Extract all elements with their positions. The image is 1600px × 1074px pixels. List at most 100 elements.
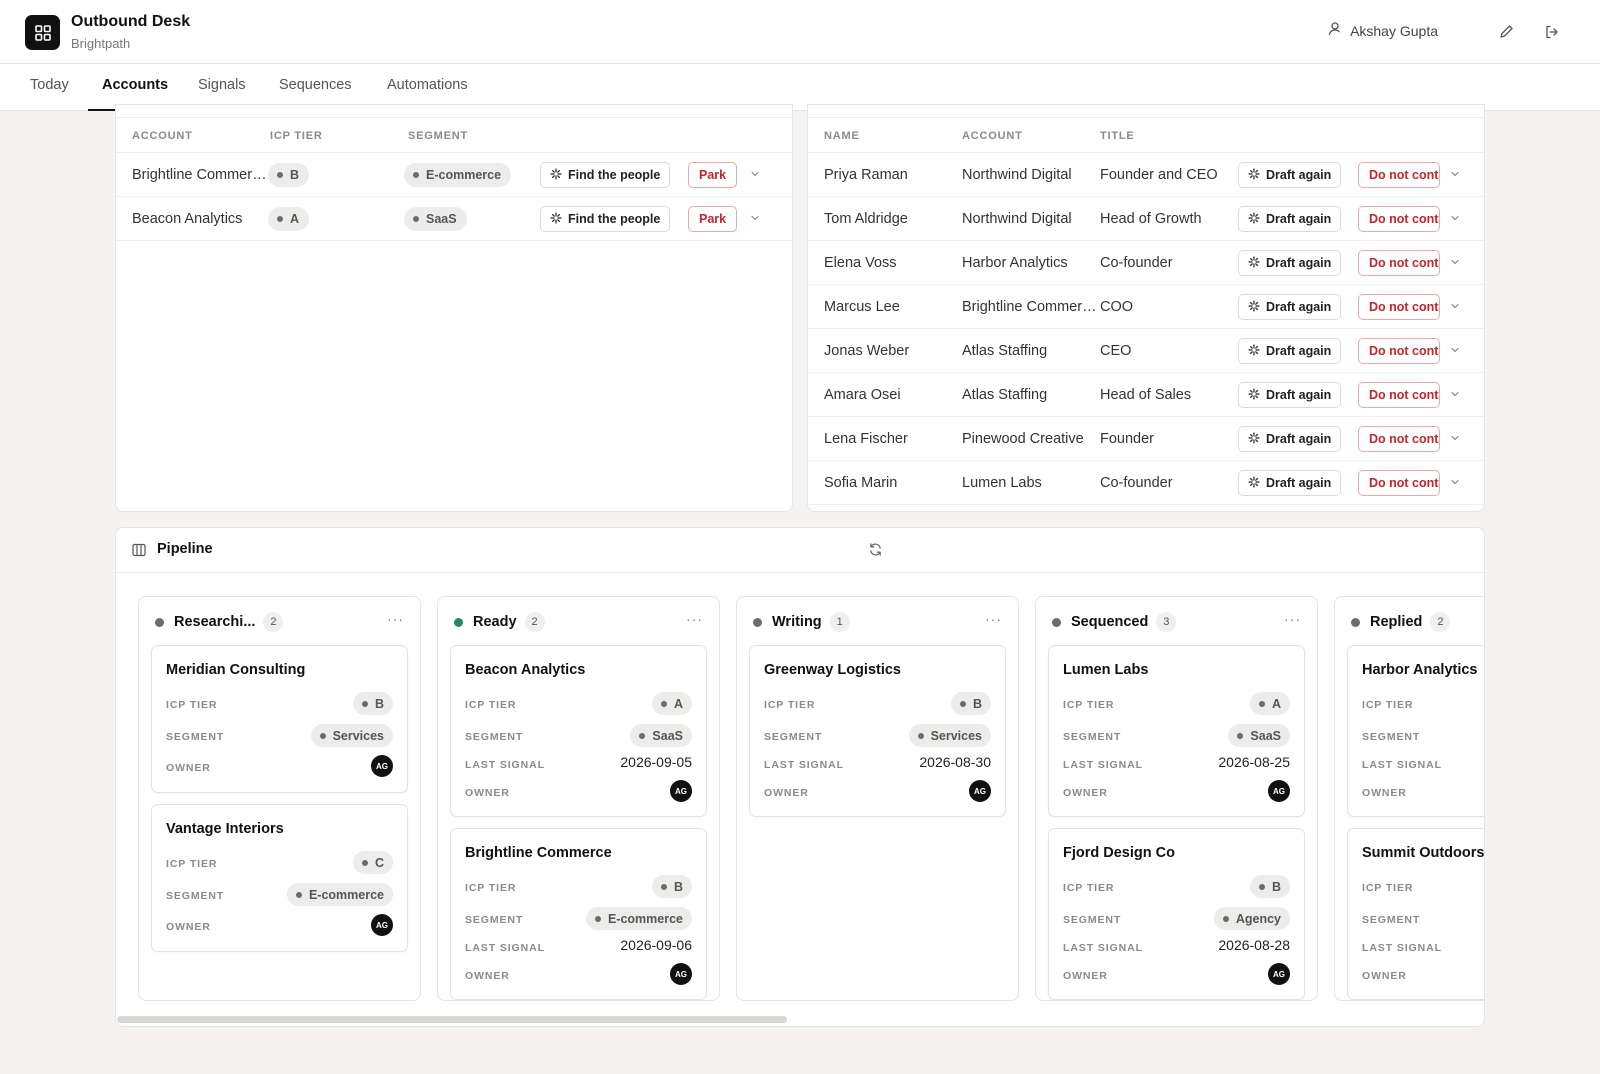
account-name[interactable]: Beacon Analytics: [132, 211, 267, 227]
more-icon[interactable]: ···: [985, 611, 1002, 627]
tier-dot: [277, 172, 283, 178]
pipeline-card[interactable]: Greenway Logistics ICP TIER SEGMENT B Serv…: [749, 645, 1006, 817]
person-name[interactable]: Marcus Lee: [824, 299, 959, 315]
pipeline-card[interactable]: Meridian Consulting ICP TIER SEGMENT B Ser…: [151, 645, 408, 793]
segment-label: SEGMENT: [465, 914, 524, 926]
pipeline-card[interactable]: Fjord Design Co ICP TIER SEGMENT B Agency L…: [1048, 828, 1305, 1000]
do-not-contact-button[interactable]: Do not contact: [1358, 162, 1440, 188]
chevron-down-icon[interactable]: [1448, 343, 1462, 357]
table-row[interactable]: Lena Fischer Pinewood Creative Founder D…: [808, 417, 1484, 461]
icp-tier-badge: A: [268, 207, 310, 231]
pipeline-card[interactable]: Harbor Analytics ICP TIER SEGMENT LAST SI…: [1347, 645, 1484, 817]
draft-again-button[interactable]: Draft again: [1238, 162, 1342, 188]
draft-again-button[interactable]: Draft again: [1238, 250, 1342, 276]
card-title: Summit Outdoors: [1362, 845, 1485, 861]
refresh-icon[interactable]: [868, 542, 883, 562]
draft-again-button[interactable]: Draft again: [1238, 338, 1342, 364]
tier-dot: [361, 700, 368, 707]
table-row[interactable]: Priya Raman Northwind Digital Founder an…: [808, 153, 1484, 197]
col-header-account: ACCOUNT: [962, 130, 1023, 142]
icp-tier-label: ICP TIER: [764, 699, 816, 711]
draft-again-button[interactable]: Draft again: [1238, 294, 1342, 320]
table-row[interactable]: Brightline Commerce B E-commerce Find th…: [116, 153, 792, 197]
person-name[interactable]: Amara Osei: [824, 387, 959, 403]
user-menu[interactable]: Akshay Gupta: [1328, 21, 1438, 40]
table-row[interactable]: Tom Aldridge Northwind Digital Head of G…: [808, 197, 1484, 241]
park-button[interactable]: Park: [688, 206, 738, 232]
column-header: Researchi... 2 ···: [155, 611, 404, 633]
accounts-table-header: ACCOUNT ICP TIER SEGMENT: [116, 117, 792, 153]
pipeline-card[interactable]: Brightline Commerce ICP TIER SEGMENT B E-c…: [450, 828, 707, 1000]
pipeline-scrollbar[interactable]: [117, 1016, 787, 1023]
chevron-down-icon[interactable]: [1448, 299, 1462, 313]
do-not-contact-button[interactable]: Do not contact: [1358, 294, 1440, 320]
more-icon[interactable]: ···: [686, 611, 703, 627]
people-table-header: NAME ACCOUNT TITLE: [808, 117, 1484, 153]
segment-dot: [413, 216, 419, 222]
segment-value: E-commerce: [607, 911, 683, 926]
table-row[interactable]: Beacon Analytics A SaaS Find the people …: [116, 197, 792, 241]
chevron-down-icon[interactable]: [748, 211, 762, 225]
person-name[interactable]: Lena Fischer: [824, 431, 959, 447]
logout-icon[interactable]: [1540, 20, 1564, 44]
person-name[interactable]: Priya Raman: [824, 167, 959, 183]
person-account: Lumen Labs: [962, 475, 1042, 491]
chevron-down-icon[interactable]: [1448, 255, 1462, 269]
chevron-down-icon[interactable]: [1448, 475, 1462, 489]
do-not-contact-button[interactable]: Do not contact: [1358, 470, 1440, 496]
do-not-contact-button[interactable]: Do not contact: [1358, 426, 1440, 452]
table-row[interactable]: Jonas Weber Atlas Staffing CEO Draft aga…: [808, 329, 1484, 373]
do-not-contact-button[interactable]: Do not contact: [1358, 250, 1440, 276]
person-name[interactable]: Sofia Marin: [824, 475, 959, 491]
person-account: Northwind Digital: [962, 167, 1072, 183]
more-icon[interactable]: ···: [1284, 611, 1301, 627]
segment-label: SEGMENT: [1063, 731, 1122, 743]
more-icon[interactable]: ···: [387, 611, 404, 627]
column-count: 2: [263, 612, 284, 632]
col-header-segment: SEGMENT: [408, 130, 468, 142]
table-row[interactable]: Amara Osei Atlas Staffing Head of Sales …: [808, 373, 1484, 417]
stage-dot: [155, 617, 164, 627]
table-row[interactable]: Sofia Marin Lumen Labs Co-founder Draft …: [808, 461, 1484, 505]
icp-tier-badge: B: [268, 163, 310, 187]
chevron-down-icon[interactable]: [1448, 387, 1462, 401]
user-name: Akshay Gupta: [1350, 22, 1438, 39]
table-row[interactable]: Elena Voss Harbor Analytics Co-founder D…: [808, 241, 1484, 285]
draft-again-button[interactable]: Draft again: [1238, 426, 1342, 452]
draft-again-button[interactable]: Draft again: [1238, 206, 1342, 232]
person-name[interactable]: Jonas Weber: [824, 343, 959, 359]
segment-value: E-commerce: [308, 887, 384, 902]
do-not-contact-button[interactable]: Do not contact: [1358, 338, 1440, 364]
pencil-icon[interactable]: [1494, 20, 1518, 44]
do-not-contact-button[interactable]: Do not contact: [1358, 382, 1440, 408]
col-header-account: ACCOUNT: [132, 130, 193, 142]
pipeline-card[interactable]: Beacon Analytics ICP TIER SEGMENT A SaaS LA…: [450, 645, 707, 817]
segment-badge: Services: [310, 724, 393, 747]
card-title: Harbor Analytics: [1362, 662, 1478, 678]
column-title: Writing: [772, 614, 822, 630]
person-name[interactable]: Tom Aldridge: [824, 211, 959, 227]
park-button[interactable]: Park: [688, 162, 738, 188]
person-name[interactable]: Elena Voss: [824, 255, 959, 271]
account-name[interactable]: Brightline Commerce: [132, 167, 267, 183]
do-not-contact-button[interactable]: Do not contact: [1358, 206, 1440, 232]
person-account: Pinewood Creative: [962, 431, 1084, 447]
tab-today[interactable]: Today: [30, 64, 69, 111]
chevron-down-icon[interactable]: [1448, 167, 1462, 181]
people-panel: NAME ACCOUNT TITLE Priya Raman Northwind…: [807, 104, 1485, 512]
pipeline-card[interactable]: Summit Outdoors ICP TIER SEGMENT LAST SIG…: [1347, 828, 1485, 1000]
pipeline-card[interactable]: Lumen Labs ICP TIER SEGMENT A SaaS LAST SIG…: [1048, 645, 1305, 817]
sparkle-icon: [550, 211, 562, 227]
segment-badge: SaaS: [404, 207, 467, 231]
find-people-button[interactable]: Find the people: [540, 162, 671, 188]
table-row[interactable]: Marcus Lee Brightline Commerce COO Draft…: [808, 285, 1484, 329]
chevron-down-icon[interactable]: [1448, 211, 1462, 225]
chevron-down-icon[interactable]: [1448, 431, 1462, 445]
chevron-down-icon[interactable]: [748, 167, 762, 181]
grid-icon[interactable]: [25, 15, 60, 50]
draft-again-button[interactable]: Draft again: [1238, 382, 1342, 408]
sparkle-icon: [1248, 167, 1260, 183]
pipeline-card[interactable]: Vantage Interiors ICP TIER SEGMENT C E-com…: [151, 804, 408, 952]
draft-again-button[interactable]: Draft again: [1238, 470, 1342, 496]
find-people-button[interactable]: Find the people: [540, 206, 671, 232]
